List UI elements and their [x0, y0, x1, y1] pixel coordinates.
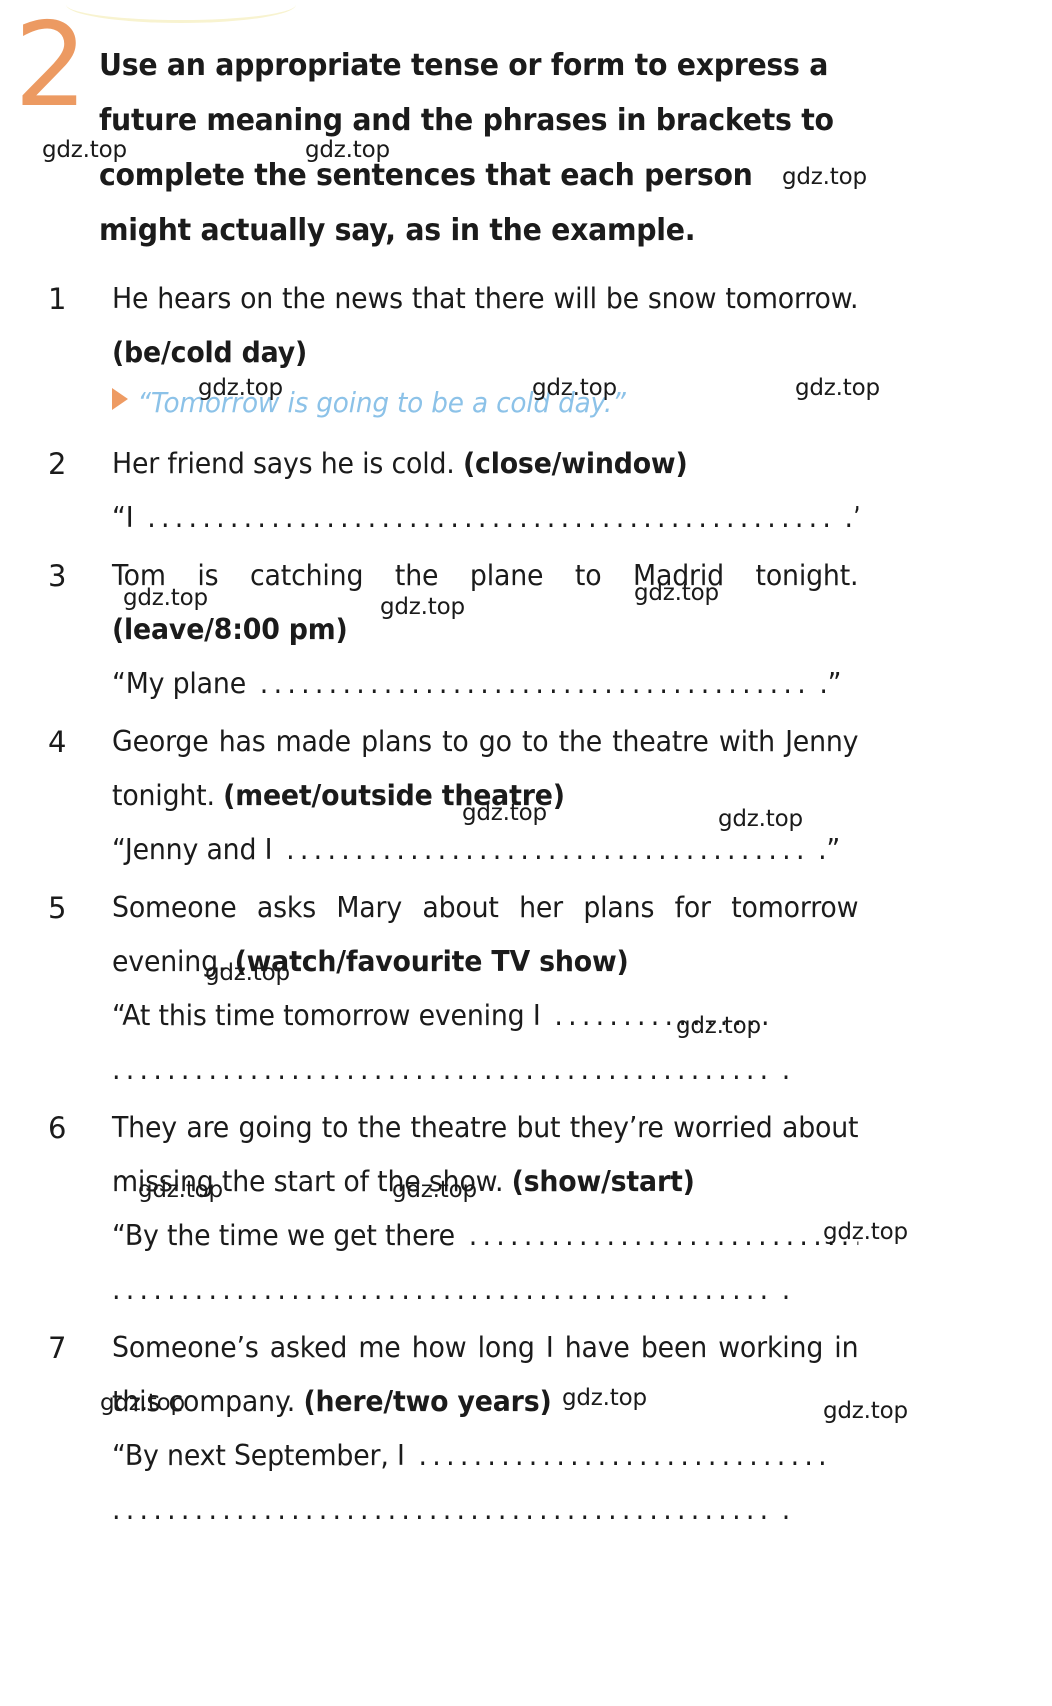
- answer-lead-text: “My plane: [112, 667, 247, 700]
- answer-blank-dots[interactable]: ........................................…: [112, 1053, 773, 1086]
- answer-blank-dots[interactable]: .............................: [455, 1219, 859, 1252]
- exercise-item: 4 George has made plans to go to the thea…: [0, 715, 1052, 877]
- item-hint: (here/two years): [303, 1385, 552, 1418]
- answer-line[interactable]: “I .....................................…: [112, 491, 858, 545]
- item-body: Someone’s asked me how long I have been …: [112, 1321, 906, 1537]
- item-number: 2: [48, 447, 67, 481]
- answer-closing-punctuation: .”: [844, 501, 859, 534]
- workbook-page: 2 Use an appropriate tense or form to ex…: [0, 0, 1052, 1706]
- answer-closing-punctuation: .”: [810, 667, 842, 700]
- item-prompt-text: Tom is catching the plane to Madrid toni…: [112, 559, 859, 592]
- answer-lead-text: “I: [112, 501, 134, 534]
- item-prompt: Someone’s asked me how long I have been …: [112, 1321, 859, 1429]
- example-answer-row: “Tomorrow is going to be a cold day.”: [112, 378, 858, 433]
- answer-blank-dots[interactable]: ........................................…: [112, 1273, 773, 1306]
- answer-lead-text: “Jenny and I: [112, 833, 273, 866]
- item-body: George has made plans to go to the theat…: [112, 715, 906, 877]
- answer-line[interactable]: “By the time we get there ..............…: [112, 1209, 858, 1263]
- answer-line[interactable]: “At this time tomorrow evening I .......…: [112, 989, 858, 1043]
- answer-line[interactable]: “My plane ..............................…: [112, 657, 858, 711]
- answer-line[interactable]: “By next September, I ..................…: [112, 1429, 858, 1483]
- exercise-item: 7 Someone’s asked me how long I have been…: [0, 1321, 1052, 1537]
- item-prompt: Tom is catching the plane to Madrid toni…: [112, 549, 859, 657]
- answer-closing-quote: ”: [844, 1263, 858, 1287]
- item-body: Tom is catching the plane to Madrid toni…: [112, 549, 906, 711]
- answer-blank-dots[interactable]: ................: [541, 999, 775, 1032]
- answer-closing-punctuation: .: [773, 1273, 791, 1306]
- exercise-item: 5 Someone asks Mary about her plans for t…: [0, 881, 1052, 1097]
- item-body: He hears on the news that there will be …: [112, 272, 906, 433]
- item-body: Someone asks Mary about her plans for to…: [112, 881, 906, 1097]
- item-prompt: He hears on the news that there will be …: [112, 272, 859, 380]
- item-hint: (show/start): [511, 1165, 695, 1198]
- answer-closing-quote: ”: [844, 1043, 858, 1067]
- item-number: 7: [48, 1331, 67, 1365]
- answer-line-continued[interactable]: ”.......................................…: [112, 1483, 858, 1537]
- answer-lead-text: “By next September, I: [112, 1439, 405, 1472]
- answer-blank-dots[interactable]: ......................................: [272, 833, 809, 866]
- triangle-right-icon: [112, 388, 128, 410]
- exercise-item: 3 Tom is catching the plane to Madrid ton…: [0, 549, 1052, 711]
- answer-closing-punctuation: .: [773, 1053, 791, 1086]
- item-hint: (leave/8:00 pm): [112, 613, 348, 646]
- item-prompt-text: Her friend says he is cold.: [112, 447, 463, 480]
- answer-lead-text: “At this time tomorrow evening I: [112, 999, 541, 1032]
- item-number: 4: [48, 725, 67, 759]
- item-hint: (be/cold day): [112, 336, 308, 369]
- answer-closing-punctuation: .”: [809, 833, 841, 866]
- answer-line[interactable]: “Jenny and I ...........................…: [112, 823, 858, 877]
- answer-closing-quote: ”: [844, 1483, 858, 1507]
- item-prompt: They are going to the theatre but they’r…: [112, 1101, 859, 1209]
- item-number: 5: [48, 891, 67, 925]
- answer-blank-dots[interactable]: ........................................…: [112, 1493, 773, 1526]
- item-number: 3: [48, 559, 67, 593]
- answer-blank-dots[interactable]: ........................................…: [133, 501, 836, 534]
- item-number: 1: [48, 282, 67, 316]
- answer-blank-dots[interactable]: ..............................: [405, 1439, 832, 1472]
- exercise-item: 1 He hears on the news that there will be…: [0, 272, 1052, 433]
- example-answer-text: “Tomorrow is going to be a cold day.”: [137, 386, 626, 419]
- item-prompt-text: They are going to the theatre but they’r…: [112, 1111, 859, 1198]
- item-prompt: Her friend says he is cold. (close/windo…: [112, 437, 858, 491]
- exercise-instruction: Use an appropriate tense or form to expr…: [99, 48, 834, 248]
- decorative-curve: [66, 0, 296, 23]
- exercise-item: 6 They are going to the theatre but they’…: [0, 1101, 1052, 1317]
- item-number: 6: [48, 1111, 67, 1145]
- item-prompt: George has made plans to go to the theat…: [112, 715, 859, 823]
- item-hint: (close/window): [462, 447, 688, 480]
- item-prompt-text: He hears on the news that there will be …: [112, 282, 859, 315]
- item-hint: (meet/outside theatre): [223, 779, 565, 812]
- item-hint: (watch/favourite TV show): [234, 945, 629, 978]
- exercise-number: 2: [14, 0, 88, 133]
- answer-line-continued[interactable]: ”.......................................…: [112, 1263, 858, 1317]
- item-prompt: Someone asks Mary about her plans for to…: [112, 881, 859, 989]
- answer-closing-punctuation: .: [773, 1493, 791, 1526]
- answer-line-continued[interactable]: ”.......................................…: [112, 1043, 858, 1097]
- item-body: They are going to the theatre but they’r…: [112, 1101, 906, 1317]
- exercise-items-list: 1 He hears on the news that there will be…: [0, 272, 1052, 1541]
- exercise-item: 2 Her friend says he is cold. (close/wind…: [0, 437, 1052, 545]
- item-body: Her friend says he is cold. (close/windo…: [112, 437, 906, 545]
- answer-blank-dots[interactable]: ........................................: [246, 667, 811, 700]
- answer-lead-text: “By the time we get there: [112, 1219, 455, 1252]
